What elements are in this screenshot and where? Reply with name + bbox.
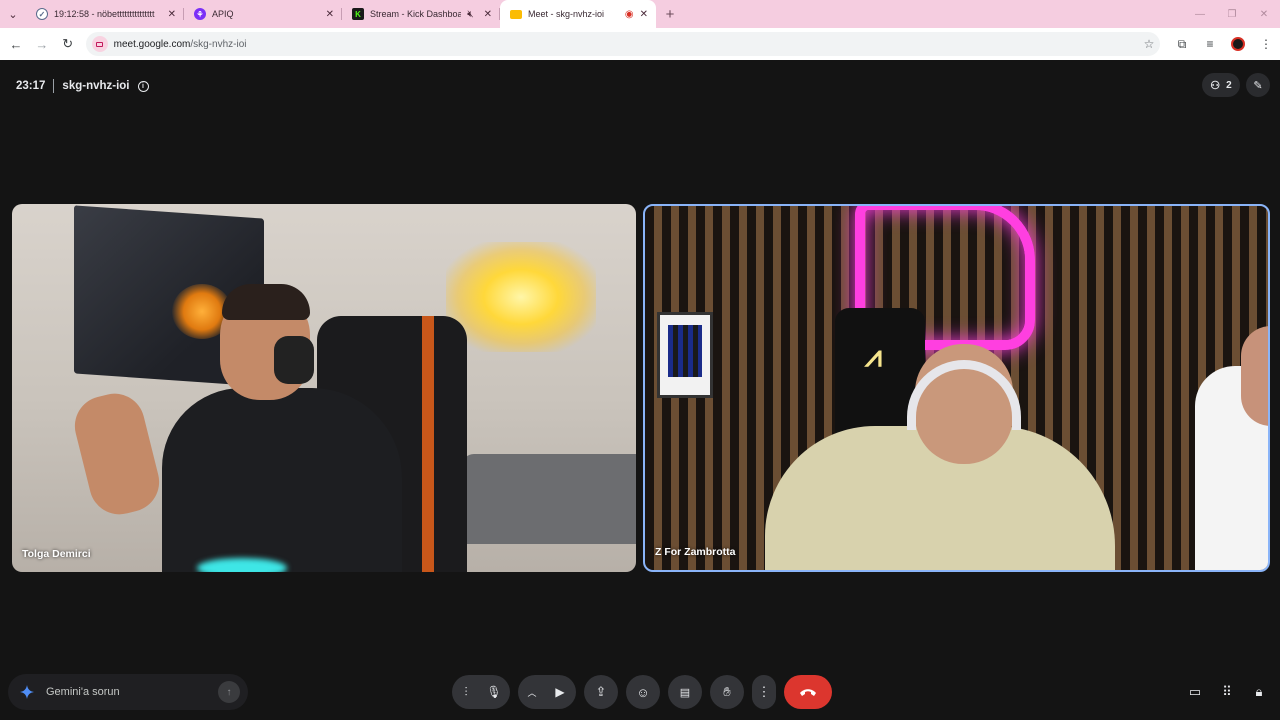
media-controls-icon[interactable]: ≡ bbox=[1196, 32, 1224, 56]
meet-site-icon[interactable] bbox=[91, 36, 108, 52]
emoji-reactions-button[interactable]: ☺ bbox=[626, 675, 660, 709]
video-tile-zambrotta[interactable]: ⩘ Z For Zambrotta bbox=[643, 204, 1270, 572]
present-screen-button[interactable]: ⇪ bbox=[584, 675, 618, 709]
kick-logo-icon: K bbox=[352, 8, 364, 20]
browser-menu-icon[interactable]: ⋮ bbox=[1252, 32, 1280, 56]
close-tab-icon[interactable]: ✕ bbox=[326, 9, 334, 20]
participant-name: Z For Zambrotta bbox=[655, 546, 736, 558]
leave-call-button[interactable] bbox=[784, 675, 832, 709]
close-tab-icon[interactable]: ✕ bbox=[640, 9, 648, 20]
close-tab-icon[interactable]: ✕ bbox=[168, 9, 176, 20]
new-tab-button[interactable]: + bbox=[656, 0, 684, 28]
chevron-up-icon[interactable]: ︿ bbox=[518, 675, 546, 709]
forward-arrow-icon[interactable]: → bbox=[30, 32, 54, 56]
gemini-input-placeholder[interactable]: Gemini'a sorun bbox=[46, 686, 218, 698]
video-content bbox=[462, 454, 636, 544]
participant-count: 2 bbox=[1226, 79, 1232, 91]
phone-hangup-icon bbox=[800, 689, 816, 696]
url-host: meet.google.com bbox=[113, 38, 191, 50]
tab-title: Stream - Kick Dashboard bbox=[370, 9, 462, 19]
tab-title: 19:12:58 - nöbettttttttttttttt bbox=[54, 9, 155, 19]
tab-meet[interactable]: Meet - skg-nvhz-ioi ◉ ✕ bbox=[500, 0, 656, 28]
send-arrow-icon[interactable]: ↑ bbox=[218, 681, 240, 703]
recording-icon: ◉ bbox=[624, 8, 634, 20]
header-divider bbox=[53, 79, 55, 93]
toolbar-actions: ⧉ ≡ ⋮ bbox=[1168, 32, 1280, 56]
more-vert-icon: ⋮ bbox=[757, 684, 771, 699]
profile-avatar[interactable] bbox=[1231, 37, 1245, 51]
meet-logo-icon bbox=[510, 9, 522, 19]
video-content bbox=[197, 558, 287, 572]
meeting-time: 23:17 bbox=[16, 80, 46, 92]
reload-icon[interactable]: ↻ bbox=[56, 32, 80, 56]
video-content bbox=[222, 284, 310, 320]
people-icon: ⚇ bbox=[1210, 79, 1221, 92]
camera-control[interactable]: ︿ ▶︎ bbox=[518, 675, 576, 709]
gemini-prompt[interactable]: Gemini'a sorun ↑ bbox=[8, 674, 248, 710]
video-content bbox=[68, 387, 166, 521]
mic-control[interactable]: ⫶ 🎙︎ bbox=[452, 675, 510, 709]
video-tile-tolga[interactable]: Tolga Demirci bbox=[12, 204, 636, 572]
video-content bbox=[1241, 326, 1268, 426]
address-bar[interactable]: meet.google.com/skg-nvhz-ioi ☆ bbox=[85, 32, 1160, 56]
tab-nobet[interactable]: ✓ 19:12:58 - nöbettttttttttttttt ✕ bbox=[26, 0, 184, 28]
meeting-controls: ⫶ 🎙︎ ︿ ▶︎ ⇪ ☺ ▤ ✋︎ ⋮ bbox=[452, 675, 832, 709]
video-content bbox=[162, 388, 402, 572]
captions-button[interactable]: ▤ bbox=[668, 675, 702, 709]
close-window-icon[interactable]: ✕ bbox=[1248, 0, 1280, 28]
hand-icon: ✋︎ bbox=[723, 684, 731, 699]
pen-icon: ✎ bbox=[1253, 79, 1263, 92]
video-content bbox=[446, 242, 596, 352]
clock-check-icon: ✓ bbox=[36, 8, 48, 20]
side-panel-controls: ▭ ⠿ 🔒︎ bbox=[1184, 680, 1270, 704]
audio-level-icon[interactable]: ⫶ bbox=[452, 675, 480, 709]
tab-search-chevron-icon[interactable]: ⌄ bbox=[0, 0, 26, 28]
microphone-icon[interactable]: 🎙︎ bbox=[480, 675, 508, 709]
meeting-code: skg-nvhz-ioi bbox=[62, 80, 130, 92]
meeting-header: 23:17 skg-nvhz-ioi i bbox=[16, 78, 149, 94]
muted-audio-icon[interactable]: 🔇︎ bbox=[467, 9, 473, 20]
video-content bbox=[274, 336, 314, 384]
bookmark-star-icon[interactable]: ☆ bbox=[1138, 37, 1160, 51]
tab-apiq[interactable]: ⚘ APIQ ✕ bbox=[184, 0, 342, 28]
restore-icon[interactable]: ❐ bbox=[1216, 0, 1248, 28]
tab-title: APIQ bbox=[212, 9, 234, 19]
minimize-icon[interactable]: — bbox=[1184, 0, 1216, 28]
tab-strip: ⌄ ✓ 19:12:58 - nöbettttttttttttttt ✕ ⚘ A… bbox=[0, 0, 1280, 28]
close-tab-icon[interactable]: ✕ bbox=[484, 9, 492, 20]
participants-button[interactable]: ⚇ 2 bbox=[1202, 73, 1240, 97]
present-screen-icon: ⇪ bbox=[595, 684, 607, 699]
chat-icon[interactable]: ▭ bbox=[1184, 680, 1206, 704]
host-controls-button[interactable]: ✎ bbox=[1246, 73, 1270, 97]
url-text[interactable]: meet.google.com/skg-nvhz-ioi bbox=[114, 39, 1138, 50]
raise-hand-button[interactable]: ✋︎ bbox=[710, 675, 744, 709]
participant-name: Tolga Demirci bbox=[22, 548, 91, 560]
video-content bbox=[657, 312, 713, 398]
apiq-logo-icon: ⚘ bbox=[194, 8, 206, 20]
host-lock-icon[interactable]: 🔒︎ bbox=[1248, 680, 1270, 704]
url-path: /skg-nvhz-ioi bbox=[190, 38, 247, 50]
extensions-icon[interactable]: ⧉ bbox=[1168, 32, 1196, 56]
tab-kick-dashboard[interactable]: K Stream - Kick Dashboard 🔇︎ ✕ bbox=[342, 0, 500, 28]
activities-grid-icon[interactable]: ⠿ bbox=[1216, 680, 1238, 704]
emoji-icon: ☺ bbox=[636, 684, 650, 700]
more-options-button[interactable]: ⋮ bbox=[752, 675, 776, 709]
gemini-sparkle-icon bbox=[20, 685, 34, 699]
back-arrow-icon[interactable]: ← bbox=[4, 32, 28, 56]
browser-toolbar: ← → ↻ meet.google.com/skg-nvhz-ioi ☆ ⧉ ≡… bbox=[0, 28, 1280, 60]
window-controls: — ❐ ✕ bbox=[1184, 0, 1280, 28]
meeting-info-icon[interactable]: i bbox=[137, 80, 149, 92]
captions-icon: ▤ bbox=[679, 686, 691, 699]
tab-title: Meet - skg-nvhz-ioi bbox=[528, 9, 605, 19]
camera-icon[interactable]: ▶︎ bbox=[546, 675, 574, 709]
